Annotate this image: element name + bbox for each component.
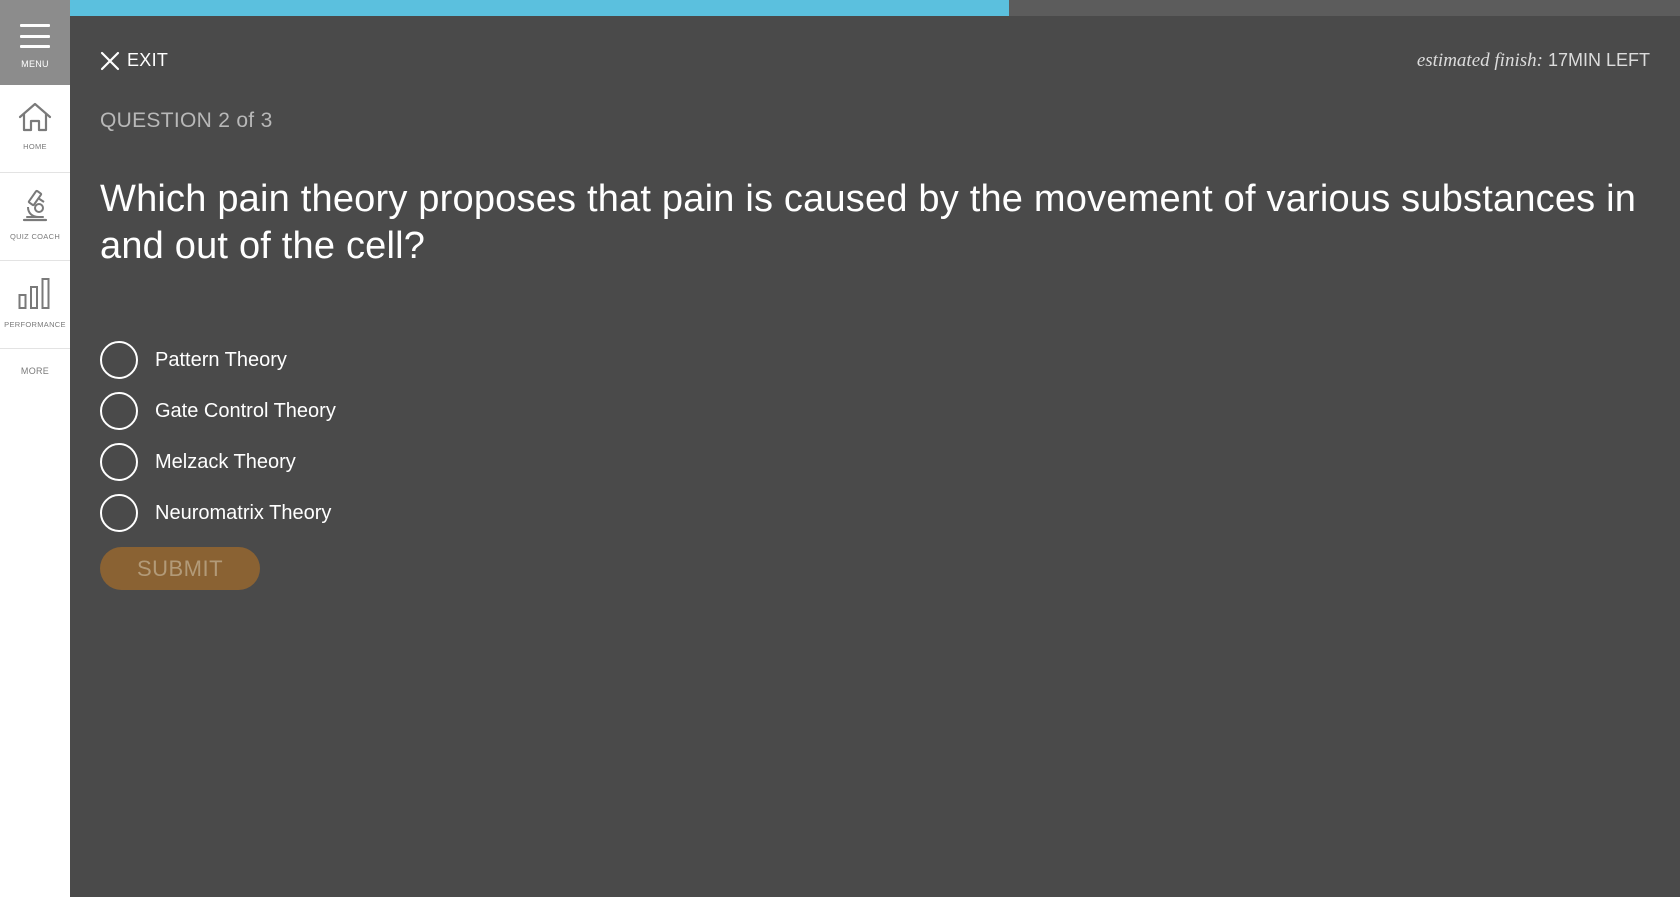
menu-label: MENU bbox=[21, 59, 49, 69]
bar-chart-icon bbox=[18, 278, 50, 309]
progress-bar bbox=[70, 0, 1680, 16]
submit-button[interactable]: SUBMIT bbox=[100, 547, 260, 590]
question-text: Which pain theory proposes that pain is … bbox=[100, 178, 1637, 267]
menu-button[interactable]: MENU bbox=[0, 0, 70, 85]
home-icon bbox=[18, 102, 52, 132]
estimate-label: estimated finish: bbox=[1416, 50, 1543, 71]
sidebar-item-label: QUIZ COACH bbox=[9, 232, 61, 241]
sidebar-item-home[interactable]: HOME bbox=[0, 85, 70, 173]
answer-option-label: Neuromatrix Theory bbox=[155, 501, 332, 524]
estimated-finish: estimated finish: 17MIN LEFT bbox=[1417, 50, 1650, 72]
sidebar-item-quiz-coach[interactable]: QUIZ COACH bbox=[0, 173, 70, 261]
answer-option[interactable]: Neuromatrix Theory bbox=[100, 494, 336, 532]
answer-option[interactable]: Melzack Theory bbox=[100, 443, 336, 481]
answer-option-label: Pattern Theory bbox=[155, 348, 287, 371]
exit-button[interactable]: EXIT bbox=[100, 50, 168, 71]
answer-options: Pattern Theory Gate Control Theory Melza… bbox=[100, 341, 336, 545]
answer-option[interactable]: Pattern Theory bbox=[100, 341, 336, 379]
answer-option-label: Gate Control Theory bbox=[155, 399, 336, 422]
radio-button[interactable] bbox=[100, 494, 138, 532]
sidebar: MENU HOME QUIZ COACH PERFORMANCE MORE bbox=[0, 0, 70, 897]
exit-label: EXIT bbox=[127, 50, 169, 70]
sidebar-more[interactable]: MORE bbox=[0, 349, 70, 393]
close-icon bbox=[100, 51, 120, 70]
estimate-value: 17MIN LEFT bbox=[1547, 50, 1650, 70]
progress-fill bbox=[70, 0, 1009, 16]
sidebar-item-label: HOME bbox=[23, 142, 47, 151]
radio-button[interactable] bbox=[100, 443, 138, 481]
question-counter: QUESTION 2 of 3 bbox=[100, 109, 273, 132]
hamburger-icon bbox=[20, 24, 50, 48]
answer-option-label: Melzack Theory bbox=[155, 450, 296, 473]
radio-button[interactable] bbox=[100, 341, 138, 379]
sidebar-item-performance[interactable]: PERFORMANCE bbox=[0, 261, 70, 349]
radio-button[interactable] bbox=[100, 392, 138, 430]
microscope-icon bbox=[22, 189, 48, 222]
answer-option[interactable]: Gate Control Theory bbox=[100, 392, 336, 430]
sidebar-item-label: PERFORMANCE bbox=[4, 320, 66, 329]
